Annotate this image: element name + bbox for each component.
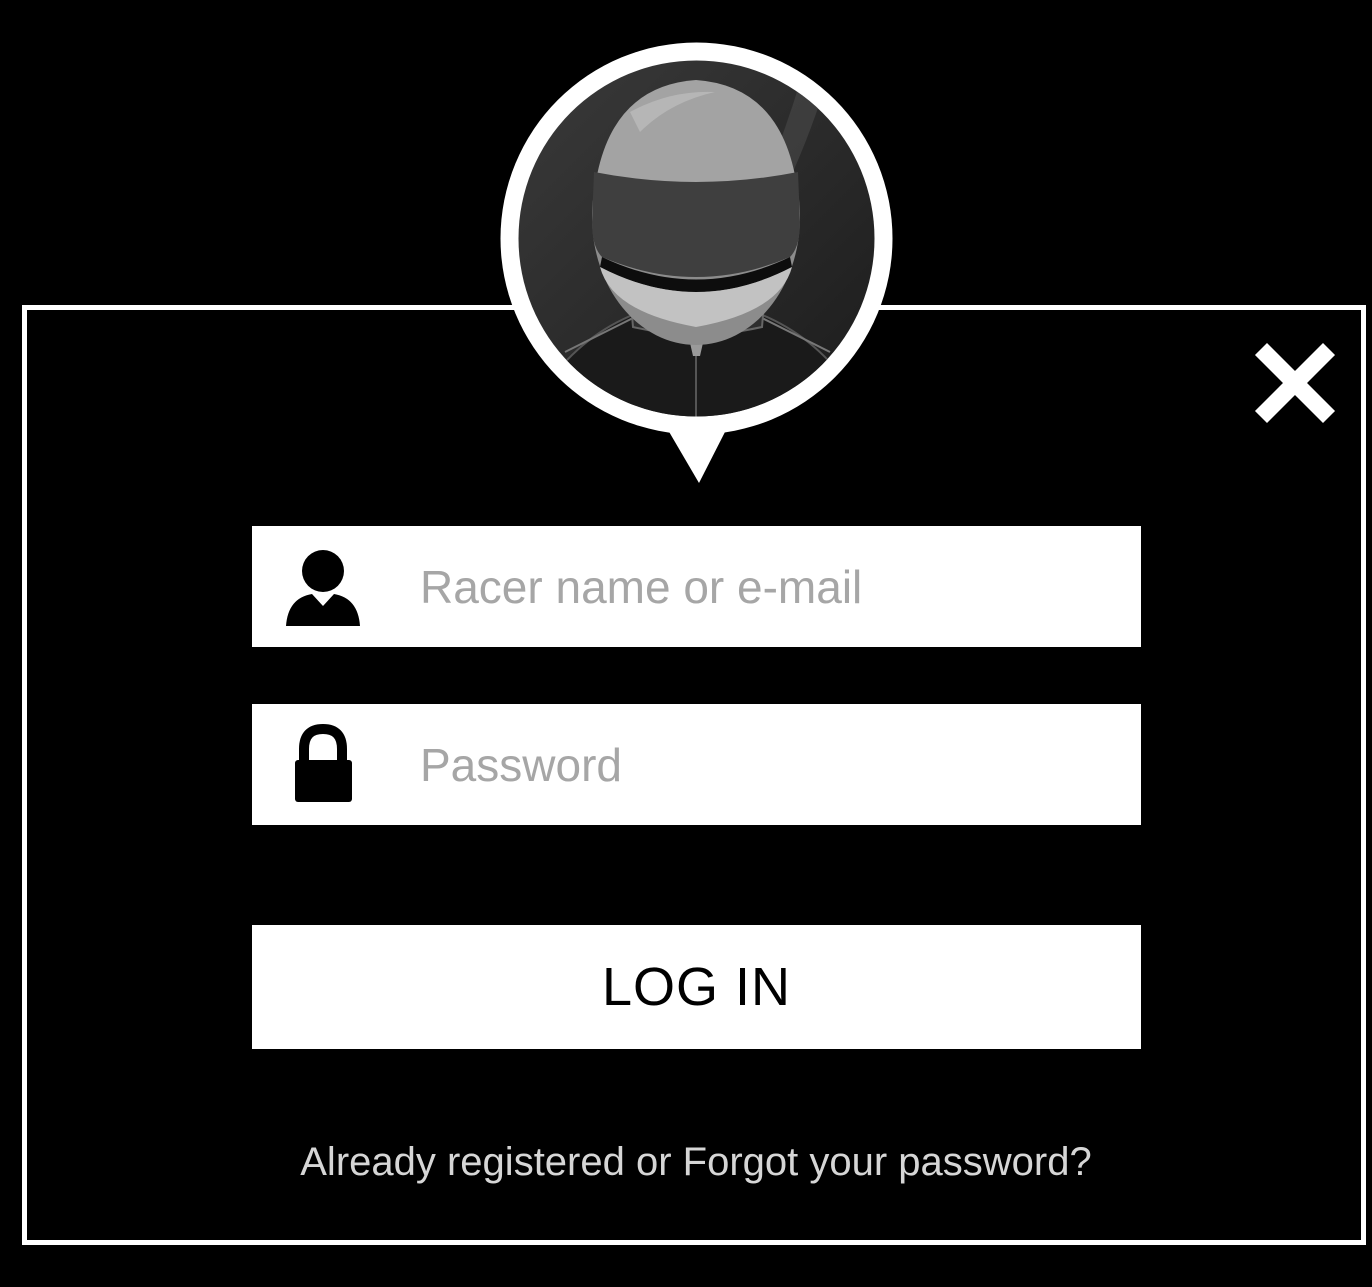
password-input[interactable] [414,704,1120,825]
racer-helmet-icon [500,42,893,483]
account-links: Already registered or Forgot your passwo… [0,1140,1372,1185]
login-screen: LOG IN Already registered or Forgot your… [0,0,1372,1287]
close-icon [1254,342,1336,424]
forgot-password-link[interactable]: Forgot your password? [683,1140,1092,1184]
avatar [500,42,893,483]
username-field [252,526,1141,647]
lock-icon [282,724,364,806]
username-input[interactable] [414,526,1120,647]
user-icon [282,546,364,628]
login-button[interactable]: LOG IN [252,925,1141,1049]
password-field [252,704,1141,825]
links-separator: or [624,1140,683,1184]
close-button[interactable] [1252,340,1338,426]
already-registered-link[interactable]: Already registered [300,1140,625,1184]
